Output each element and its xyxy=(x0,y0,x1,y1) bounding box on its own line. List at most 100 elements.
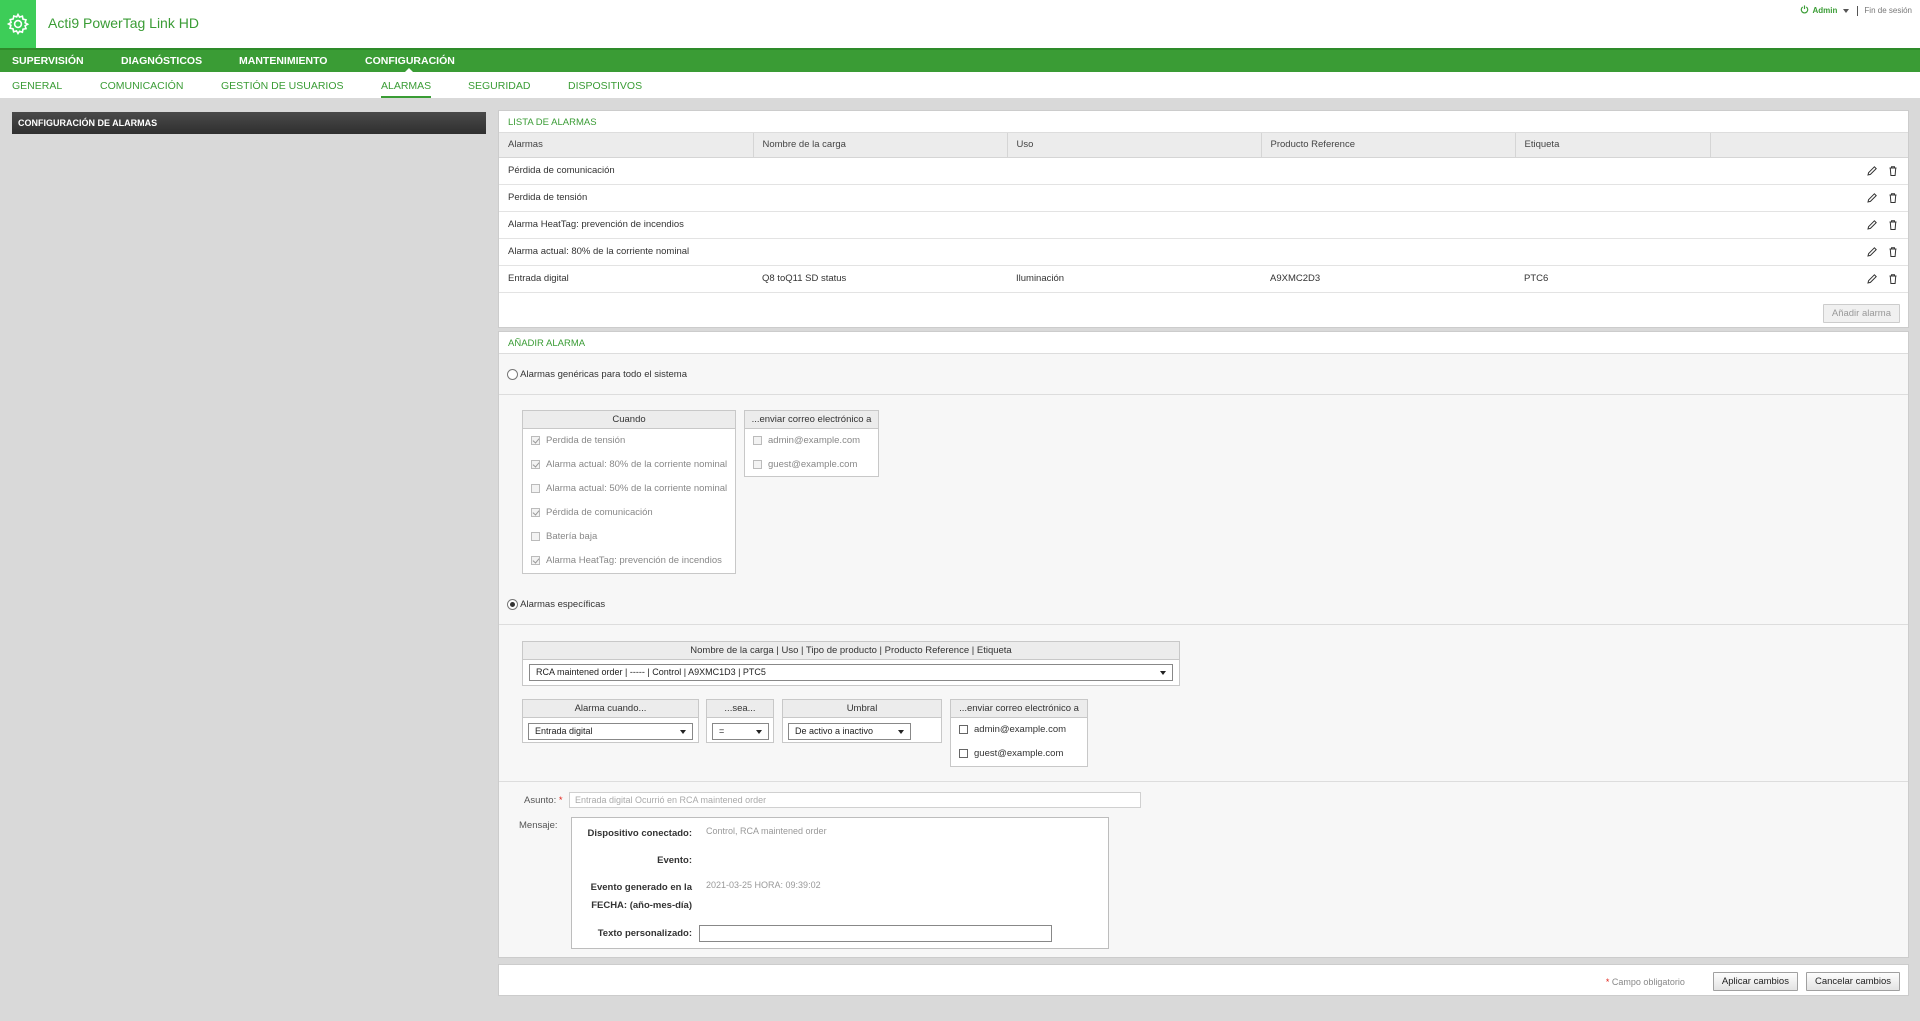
apply-changes-button[interactable]: Aplicar cambios xyxy=(1712,972,1798,991)
tab-user-management[interactable]: GESTIÓN DE USUARIOS xyxy=(221,80,344,92)
generic-email-box: ...enviar correo electrónico a admin@exa… xyxy=(744,410,879,477)
pencil-icon[interactable] xyxy=(1866,165,1878,177)
email-label: guest@example.com xyxy=(974,748,1064,759)
tab-security[interactable]: SEGURIDAD xyxy=(468,80,530,92)
required-mark: * xyxy=(558,795,563,806)
threshold-value: De activo a inactivo xyxy=(795,726,874,736)
trash-icon[interactable] xyxy=(1887,273,1899,285)
alarm-when-value: Entrada digital xyxy=(535,726,593,736)
when-option-label: Alarma actual: 50% de la corriente nomin… xyxy=(546,483,728,494)
threshold-header: Umbral xyxy=(783,700,941,718)
table-row[interactable]: Alarma HeatTag: prevención de incendios xyxy=(499,211,1908,239)
table-cell: Alarma actual: 80% de la corriente nomin… xyxy=(499,238,753,266)
email-header: ...enviar correo electrónico a xyxy=(951,700,1087,718)
specific-email-box: ...enviar correo electrónico a admin@exa… xyxy=(950,699,1088,767)
table-cell: Perdida de tensión xyxy=(499,184,753,212)
when-option[interactable]: Perdida de tensión xyxy=(523,429,735,453)
when-option[interactable]: Pérdida de comunicación xyxy=(523,501,735,525)
email-option[interactable]: guest@example.com xyxy=(745,453,878,477)
checkbox[interactable] xyxy=(959,748,968,758)
alarm-list-panel: LISTA DE ALARMAS Alarmas Nombre de la ca… xyxy=(498,110,1909,328)
tab-alarms[interactable]: ALARMAS xyxy=(381,80,431,92)
checkbox[interactable] xyxy=(531,435,540,445)
table-cell xyxy=(1261,184,1515,212)
trash-icon[interactable] xyxy=(1887,219,1899,231)
email-option[interactable]: guest@example.com xyxy=(951,742,1087,766)
pencil-icon[interactable] xyxy=(1866,192,1878,204)
gear-icon xyxy=(0,0,36,48)
alarm-table: Alarmas Nombre de la carga Uso Producto … xyxy=(499,133,1908,293)
chevron-down-icon[interactable] xyxy=(1843,8,1850,13)
nav-maintenance[interactable]: MANTENIMIENTO xyxy=(239,55,327,67)
chevron-down-icon xyxy=(756,730,762,734)
when-option[interactable]: Alarma actual: 80% de la corriente nomin… xyxy=(523,453,735,477)
user-menu[interactable]: Admin xyxy=(1813,6,1838,15)
threshold-select[interactable]: De activo a inactivo xyxy=(788,723,911,740)
column-header-actions xyxy=(1710,133,1908,158)
pencil-icon[interactable] xyxy=(1866,273,1878,285)
trash-icon[interactable] xyxy=(1887,165,1899,177)
app-title: Acti9 PowerTag Link HD xyxy=(48,15,199,31)
table-cell xyxy=(1007,157,1261,185)
logout-link[interactable]: Fin de sesión xyxy=(1864,6,1912,15)
checkbox[interactable] xyxy=(753,435,762,445)
cancel-changes-button[interactable]: Cancelar cambios xyxy=(1805,972,1900,991)
sidebar-item-alarm-config[interactable]: CONFIGURACIÓN DE ALARMAS xyxy=(12,112,486,134)
column-header[interactable]: Etiqueta xyxy=(1515,133,1711,158)
column-header[interactable]: Uso xyxy=(1007,133,1262,158)
message-label: Mensaje: xyxy=(519,820,558,831)
table-cell: Entrada digital xyxy=(499,265,753,293)
table-cell xyxy=(1515,238,1710,266)
tab-general[interactable]: GENERAL xyxy=(12,80,62,92)
when-option[interactable]: Alarma actual: 50% de la corriente nomin… xyxy=(523,477,735,501)
email-option[interactable]: admin@example.com xyxy=(951,718,1087,742)
column-header[interactable]: Producto Reference xyxy=(1261,133,1516,158)
table-cell xyxy=(1515,211,1710,239)
nav-configuration[interactable]: CONFIGURACIÓN xyxy=(365,55,455,67)
checkbox[interactable] xyxy=(531,531,540,541)
load-select[interactable]: RCA maintened order | ----- | Control | … xyxy=(529,664,1173,681)
row-actions xyxy=(1710,265,1908,293)
table-row[interactable]: Alarma actual: 80% de la corriente nomin… xyxy=(499,238,1908,266)
generic-alarms-option[interactable]: Alarmas genéricas para todo el sistema xyxy=(507,369,687,380)
trash-icon[interactable] xyxy=(1887,246,1899,258)
tab-devices[interactable]: DISPOSITIVOS xyxy=(568,80,642,92)
table-row[interactable]: Perdida de tensión xyxy=(499,184,1908,212)
subject-input[interactable]: Entrada digital Ocurrió en RCA maintened… xyxy=(569,792,1141,808)
pencil-icon[interactable] xyxy=(1866,219,1878,231)
checkbox[interactable] xyxy=(959,724,968,734)
when-option[interactable]: Batería baja xyxy=(523,525,735,549)
trash-icon[interactable] xyxy=(1887,192,1899,204)
row-actions xyxy=(1710,184,1908,212)
load-box: Nombre de la carga | Uso | Tipo de produ… xyxy=(522,641,1180,686)
table-cell xyxy=(1007,184,1261,212)
nav-supervision[interactable]: SUPERVISIÓN xyxy=(12,55,84,67)
checkbox[interactable] xyxy=(753,459,762,469)
alarm-when-select[interactable]: Entrada digital xyxy=(528,723,693,740)
column-header[interactable]: Nombre de la carga xyxy=(753,133,1008,158)
generic-alarms-radio[interactable] xyxy=(507,369,518,380)
checkbox[interactable] xyxy=(531,483,540,493)
add-alarm-button[interactable]: Añadir alarma xyxy=(1822,304,1900,323)
table-row[interactable]: Pérdida de comunicación xyxy=(499,157,1908,185)
column-header[interactable]: Alarmas xyxy=(499,133,754,158)
alarm-when-box: Alarma cuando... Entrada digital xyxy=(522,699,699,743)
specific-alarms-radio[interactable] xyxy=(507,599,518,610)
tab-communication[interactable]: COMUNICACIÓN xyxy=(100,80,183,92)
table-row[interactable]: Entrada digital Q8 toQ11 SD status Ilumi… xyxy=(499,265,1908,293)
divider xyxy=(1857,5,1859,16)
custom-text-input[interactable] xyxy=(699,925,1052,942)
pencil-icon[interactable] xyxy=(1866,246,1878,258)
checkbox[interactable] xyxy=(531,507,540,517)
when-option[interactable]: Alarma HeatTag: prevención de incendios xyxy=(523,549,735,573)
email-option[interactable]: admin@example.com xyxy=(745,429,878,453)
table-cell xyxy=(1007,211,1261,239)
date-label-line2: FECHA: (año-mes-día) xyxy=(591,900,692,911)
checkbox[interactable] xyxy=(531,459,540,469)
operator-select[interactable]: = xyxy=(712,723,769,740)
specific-alarms-option[interactable]: Alarmas específicas xyxy=(507,599,605,610)
checkbox[interactable] xyxy=(531,555,540,565)
date-label-line1: Evento generado en la xyxy=(590,882,692,893)
required-note: * Campo obligatorio xyxy=(1606,977,1685,987)
nav-diagnostics[interactable]: DIAGNÓSTICOS xyxy=(121,55,202,67)
